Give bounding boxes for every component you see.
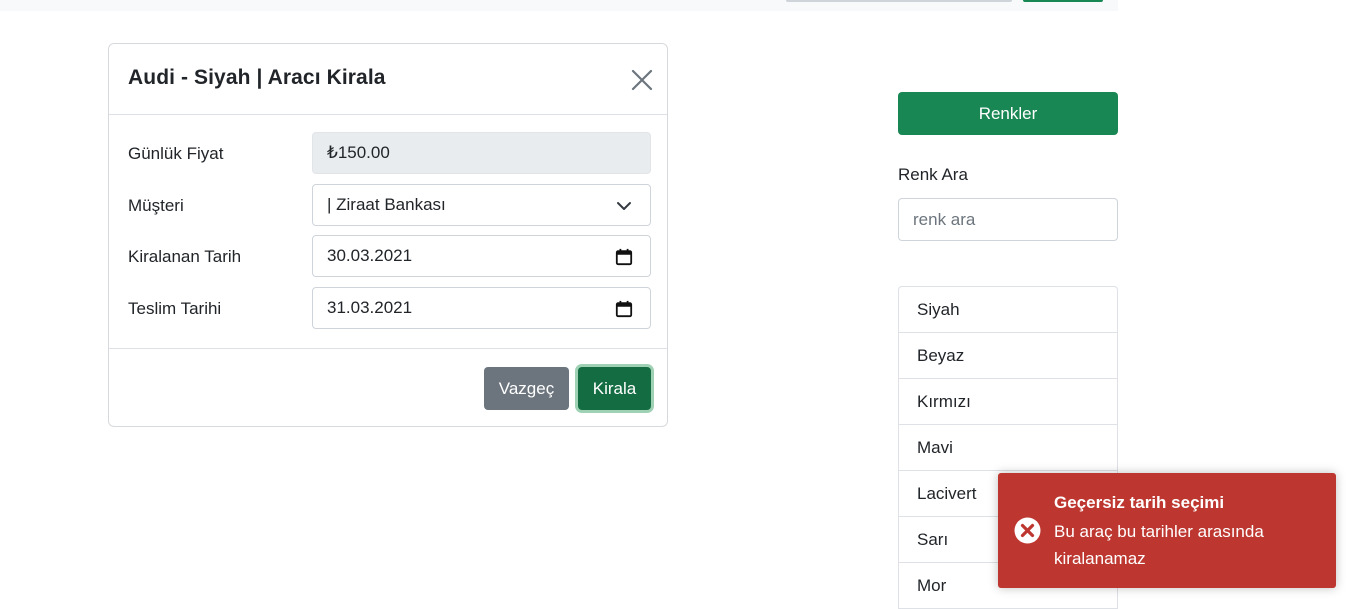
rent-button[interactable]: Kirala <box>578 367 651 410</box>
top-navbar <box>0 0 1118 11</box>
daily-price-field: ₺150.00 <box>312 132 651 174</box>
color-search-label: Renk Ara <box>898 165 968 184</box>
return-date-value: 31.03.2021 <box>327 298 413 317</box>
navbar-button[interactable] <box>1023 0 1103 2</box>
return-date-label: Teslim Tarihi <box>128 299 222 318</box>
rent-car-modal: Audi - Siyah | Aracı Kirala Günlük Fiyat… <box>108 43 668 427</box>
rent-date-row: Kiralanan Tarih 30.03.2021 <box>109 235 667 279</box>
return-date-row: Teslim Tarihi 31.03.2021 <box>109 287 667 331</box>
cancel-button[interactable]: Vazgeç <box>484 367 569 410</box>
daily-price-label: Günlük Fiyat <box>128 144 224 163</box>
chevron-down-icon <box>617 202 631 210</box>
return-date-input[interactable]: 31.03.2021 <box>312 287 651 329</box>
daily-price-row: Günlük Fiyat ₺150.00 <box>109 132 667 176</box>
rent-date-input[interactable]: 30.03.2021 <box>312 235 651 277</box>
customer-select[interactable]: | Ziraat Bankası <box>312 184 651 226</box>
color-list-item[interactable]: Beyaz <box>899 333 1117 379</box>
modal-header: Audi - Siyah | Aracı Kirala <box>109 44 667 115</box>
rent-date-label: Kiralanan Tarih <box>128 247 242 266</box>
modal-footer: Vazgeç Kirala <box>109 348 667 427</box>
error-icon <box>1014 517 1041 544</box>
toast-title: Geçersiz tarih seçimi <box>1054 493 1225 512</box>
color-list-item[interactable]: Mavi <box>899 425 1117 471</box>
modal-title: Audi - Siyah | Aracı Kirala <box>128 66 386 89</box>
calendar-icon[interactable] <box>614 248 634 266</box>
colors-button[interactable]: Renkler <box>898 92 1118 135</box>
color-search-input[interactable]: renk ara <box>898 198 1118 241</box>
customer-row: Müşteri | Ziraat Bankası <box>109 184 667 228</box>
daily-price-value: ₺150.00 <box>327 143 390 162</box>
customer-label: Müşteri <box>128 196 184 215</box>
calendar-icon[interactable] <box>614 300 634 318</box>
error-toast[interactable]: Geçersiz tarih seçimi Bu araç bu tarihle… <box>998 473 1336 588</box>
close-button[interactable] <box>627 65 657 95</box>
navbar-search-field[interactable] <box>786 0 1012 2</box>
color-list-item[interactable]: Siyah <box>899 287 1117 333</box>
rent-date-value: 30.03.2021 <box>327 246 413 265</box>
toast-message: Bu araç bu tarihler arasında kiralanamaz <box>1054 522 1264 568</box>
color-list-item[interactable]: Kırmızı <box>899 379 1117 425</box>
customer-select-value: | Ziraat Bankası <box>327 195 446 214</box>
close-icon <box>631 69 653 91</box>
